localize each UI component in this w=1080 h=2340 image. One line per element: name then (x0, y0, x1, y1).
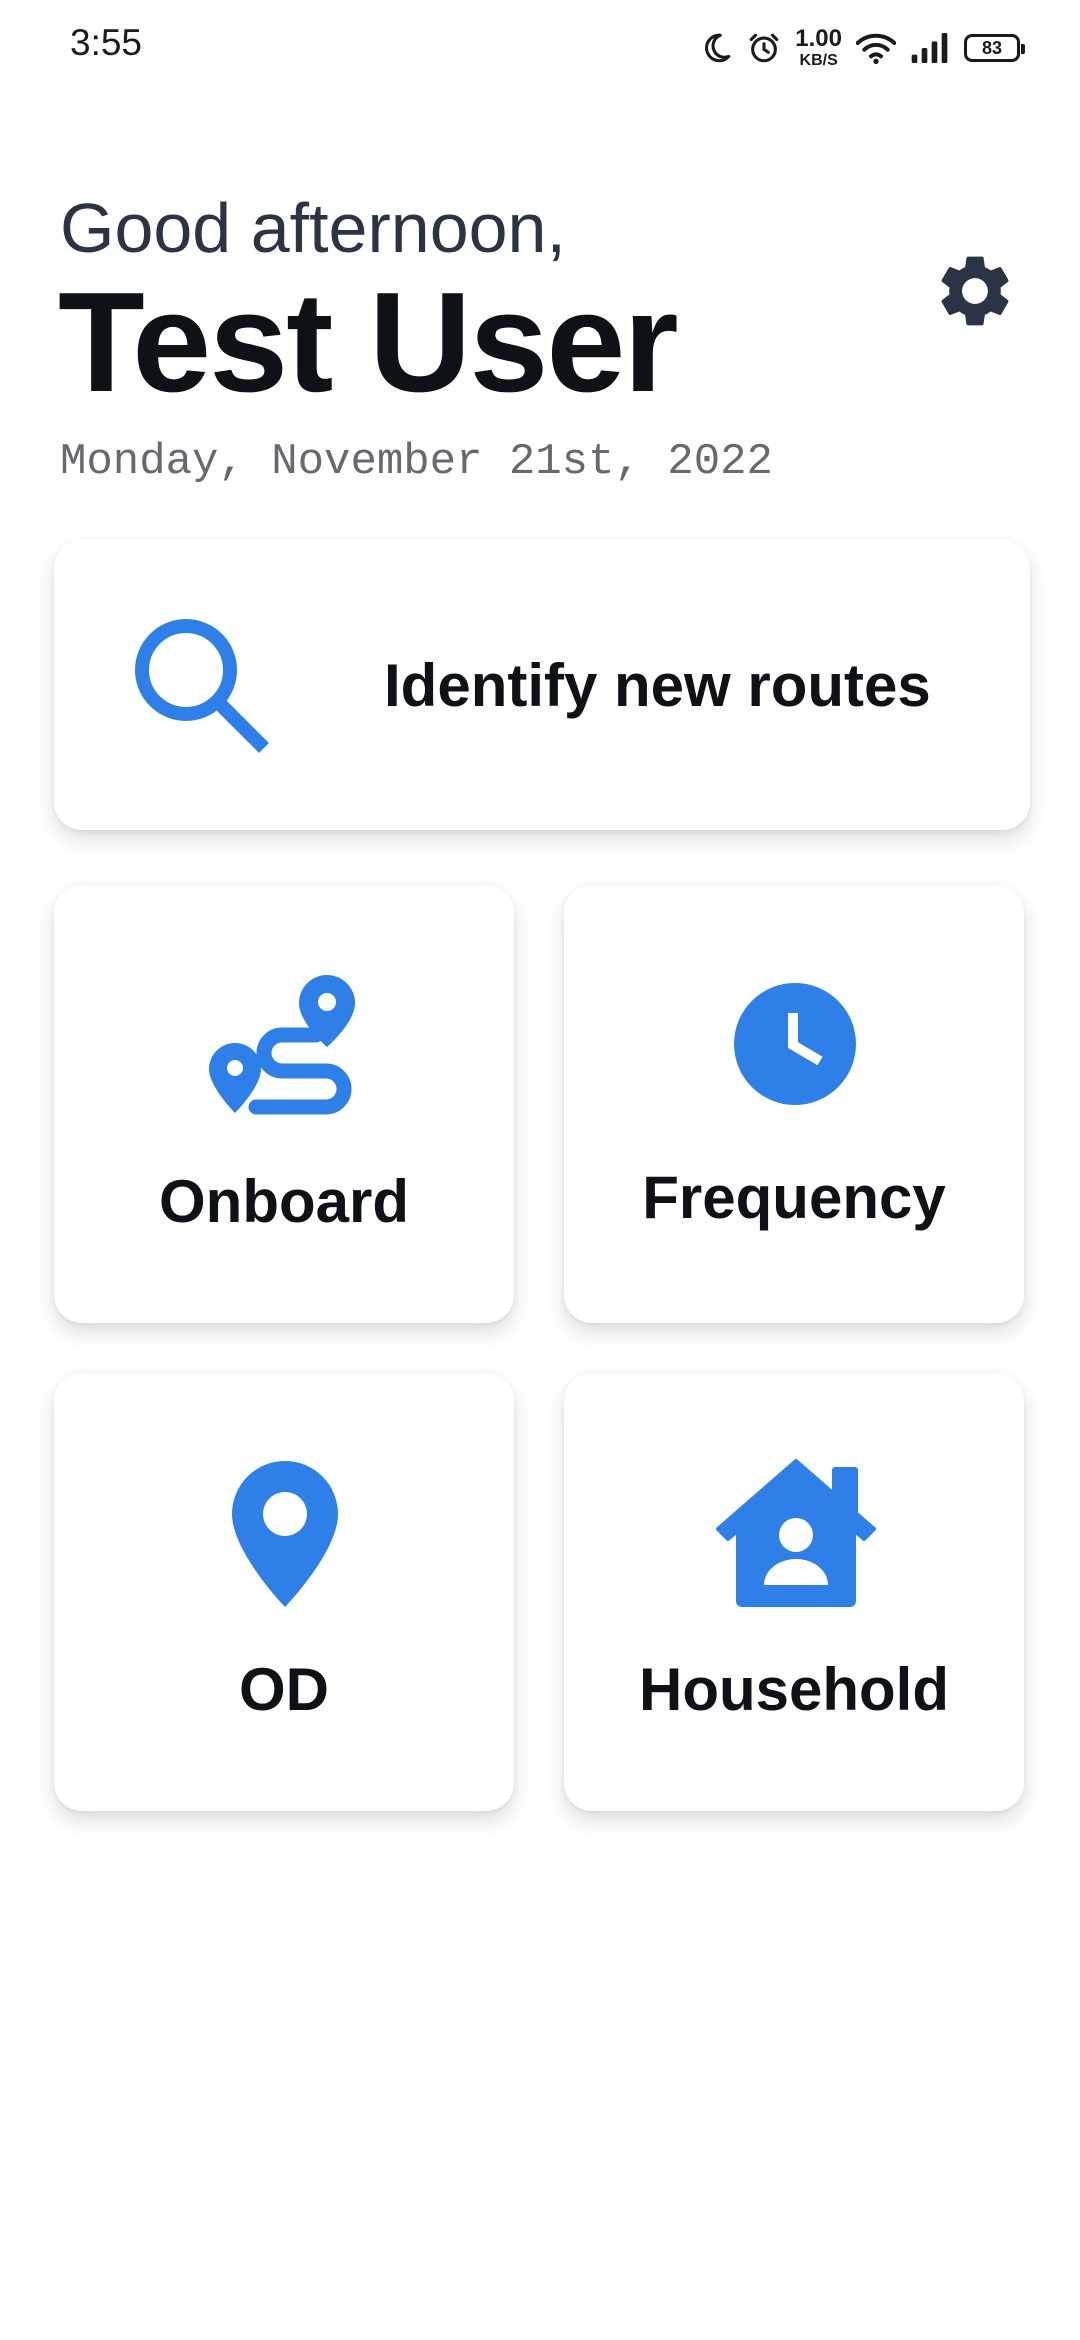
user-name: Test User (58, 263, 679, 422)
status-bar: 3:55 1.00 KB/S 83 (0, 0, 1080, 96)
identify-routes-label: Identify new routes (384, 651, 931, 719)
speed-value: 1.00 (795, 25, 842, 52)
od-label: OD (239, 1656, 329, 1723)
map-pin-icon (232, 1461, 338, 1607)
signal-icon (911, 33, 948, 63)
onboard-tile[interactable]: Onboard (54, 885, 514, 1323)
gear-icon[interactable] (932, 248, 1018, 334)
search-icon (135, 619, 269, 753)
frequency-label: Frequency (642, 1164, 946, 1231)
od-tile[interactable]: OD (54, 1373, 514, 1811)
status-icons: 1.00 KB/S 83 (699, 22, 1025, 74)
current-date: Monday, November 21st, 2022 (60, 437, 773, 487)
greeting-text: Good afternoon, (60, 189, 566, 267)
household-tile[interactable]: Household (564, 1373, 1024, 1811)
speed-unit: KB/S (799, 52, 838, 69)
moon-icon (705, 33, 731, 63)
household-label: Household (639, 1656, 949, 1723)
onboard-label: Onboard (159, 1168, 409, 1235)
network-speed: 1.00 KB/S (795, 27, 842, 69)
route-icon (209, 975, 355, 1115)
wifi-icon (856, 33, 896, 64)
battery-level: 83 (981, 37, 1003, 58)
clock-icon (734, 983, 856, 1105)
status-time: 3:55 (70, 22, 143, 63)
frequency-tile[interactable]: Frequency (564, 885, 1024, 1323)
battery-icon: 83 (964, 34, 1025, 62)
alarm-icon (749, 33, 779, 63)
identify-routes-card[interactable]: Identify new routes (54, 540, 1030, 830)
house-user-icon (716, 1459, 876, 1607)
